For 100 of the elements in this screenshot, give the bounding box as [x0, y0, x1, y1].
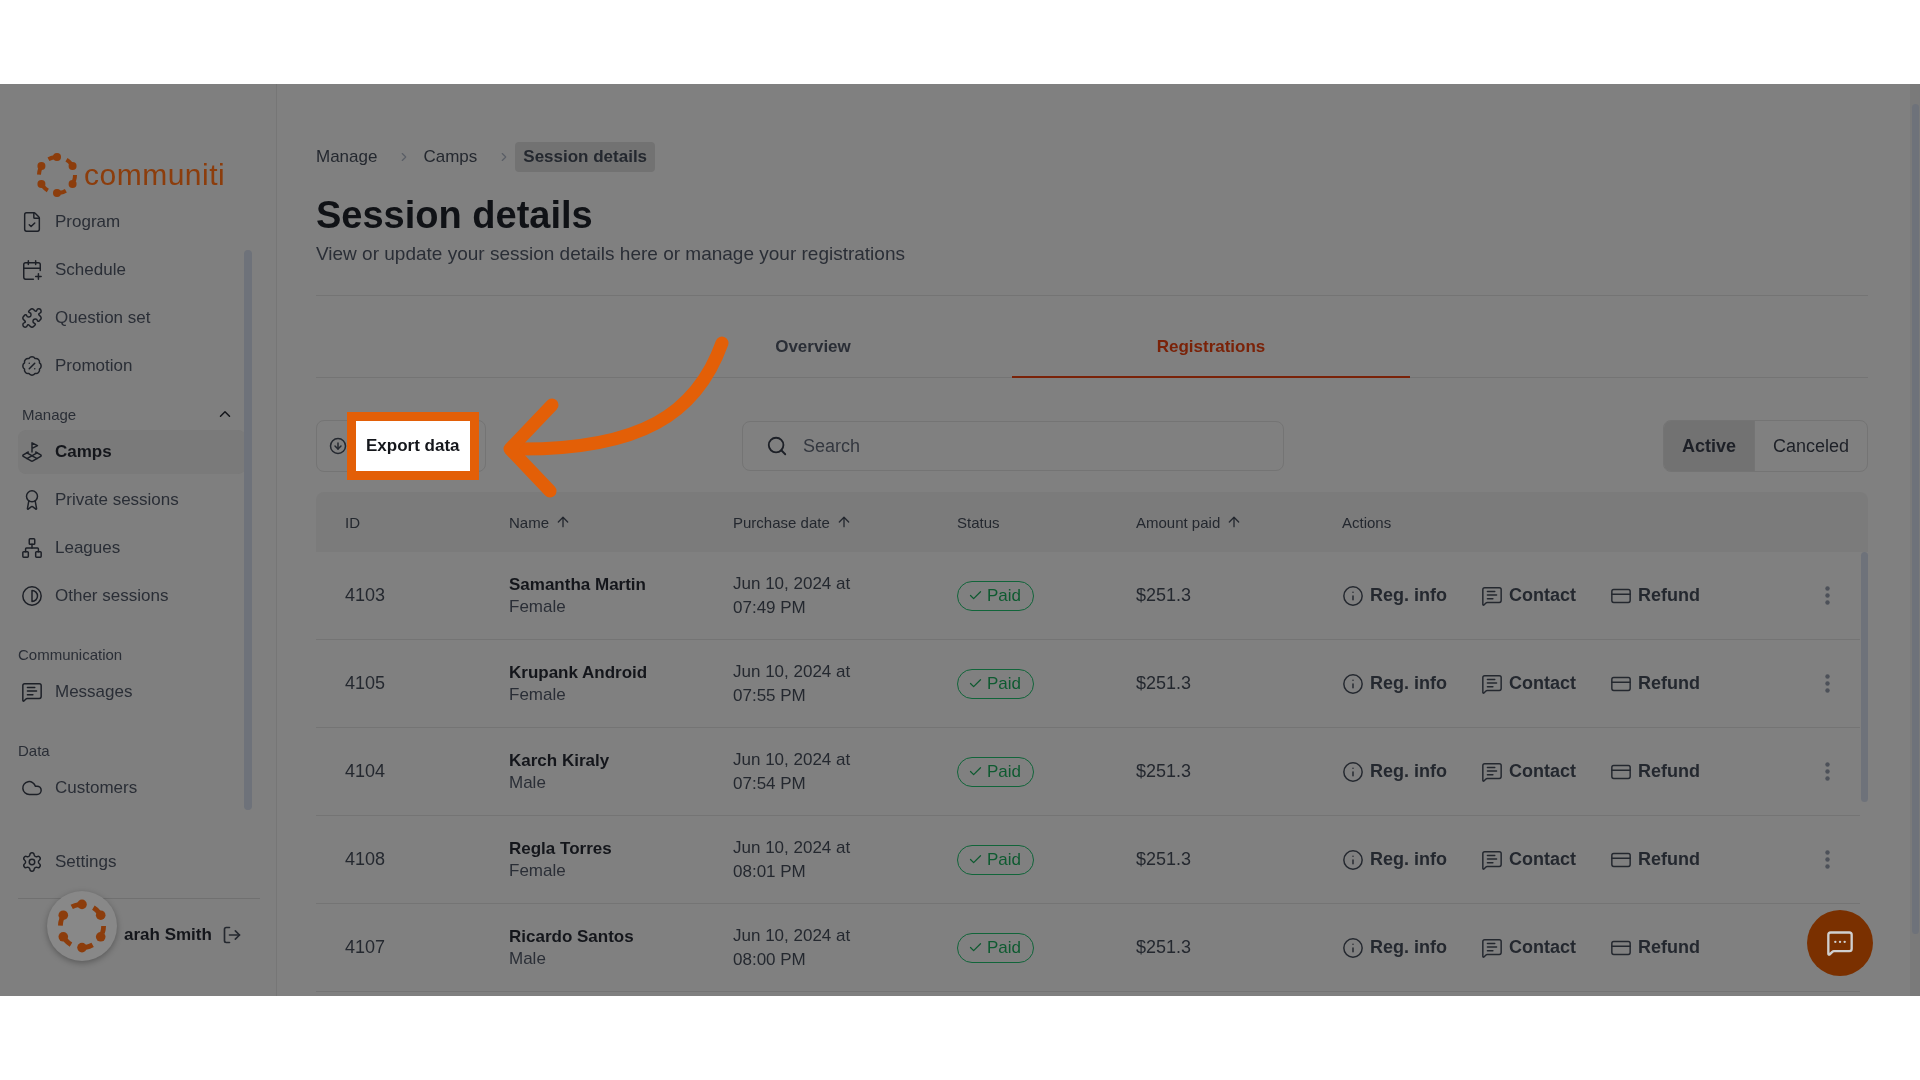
export-button[interactable]: Export data: [347, 412, 479, 480]
action-button[interactable]: Refund: [1610, 848, 1700, 871]
sidebar-item[interactable]: Private sessions: [18, 478, 246, 522]
id-cell-text: 4105: [345, 673, 387, 694]
sidebar-item[interactable]: Settings: [18, 840, 260, 884]
nav-icon: [21, 259, 43, 281]
info-icon: [1342, 760, 1364, 783]
date-cell-text: Jun 10, 2024 at 07:55 PM: [733, 660, 852, 707]
action-button[interactable]: Reg. info: [1342, 936, 1447, 959]
action-button[interactable]: Reg. info: [1342, 672, 1447, 695]
customer-name: Krupank Android: [509, 662, 649, 683]
message-icon: [1481, 848, 1503, 871]
column-header[interactable]: Name: [509, 513, 549, 531]
sidebar-item[interactable]: Schedule: [18, 248, 246, 292]
filter-button[interactable]: Active: [1663, 421, 1754, 471]
info-icon: [1342, 672, 1364, 695]
breadcrumb-link[interactable]: Manage: [308, 142, 386, 172]
chat-icon: [1826, 929, 1854, 957]
nav-icon: [21, 441, 43, 463]
tab[interactable]: Overview: [614, 318, 1012, 378]
sidebar-item[interactable]: Leagues: [18, 526, 246, 570]
more-button[interactable]: [1825, 762, 1830, 781]
action-button[interactable]: Reg. info: [1342, 584, 1447, 607]
customer-name: Regla Torres: [509, 838, 613, 859]
nav-icon: [21, 211, 43, 233]
user-name: arah Smith: [124, 924, 212, 945]
message-icon: [1481, 584, 1503, 607]
action-button[interactable]: Refund: [1610, 584, 1700, 607]
nav-icon: [21, 537, 43, 559]
nav-icon: [21, 585, 43, 607]
action-button[interactable]: Contact: [1481, 584, 1576, 607]
sidebar-item[interactable]: Customers: [18, 766, 246, 810]
amount-cell-text: $251.3: [1136, 937, 1193, 958]
sidebar-item[interactable]: Program: [18, 200, 246, 244]
sort-arrow-icon[interactable]: [555, 514, 571, 530]
more-icon: [1825, 586, 1830, 605]
gender-text: Female: [509, 596, 567, 617]
date-cell-text: Jun 10, 2024 at 08:01 PM: [733, 836, 852, 883]
amount-cell-text: $251.3: [1136, 585, 1193, 606]
customer-name: Samantha Martin: [509, 574, 647, 595]
message-icon: [1481, 672, 1503, 695]
search-field[interactable]: Search: [742, 421, 1284, 471]
action-button[interactable]: Refund: [1610, 936, 1700, 959]
info-icon: [1342, 848, 1364, 871]
action-button[interactable]: Contact: [1481, 936, 1576, 959]
nav-icon: [21, 355, 43, 377]
amount-cell-text: $251.3: [1136, 673, 1193, 694]
sidebar-item[interactable]: Camps: [18, 430, 246, 474]
info-icon: [1342, 936, 1364, 959]
date-cell-text: Jun 10, 2024 at 08:00 PM: [733, 924, 852, 971]
more-icon: [1825, 674, 1830, 693]
action-button[interactable]: Contact: [1481, 672, 1576, 695]
section-label: Manage: [21, 405, 77, 423]
sidebar-item[interactable]: Messages: [18, 670, 246, 714]
logout-icon[interactable]: [221, 924, 242, 945]
amount-cell-text: $251.3: [1136, 761, 1193, 782]
settings-icon: [21, 851, 43, 873]
customer-name: Ricardo Santos: [509, 926, 635, 947]
column-header[interactable]: Amount paid: [1136, 513, 1221, 531]
gender-text: Male: [509, 948, 547, 969]
id-cell-text: 4107: [345, 937, 387, 958]
breadcrumb-link[interactable]: Camps: [415, 142, 486, 172]
tab[interactable]: Registrations: [1012, 318, 1410, 378]
logo-text: communiti: [84, 158, 226, 192]
column-header: Status: [957, 513, 1000, 531]
id-cell-text: 4104: [345, 761, 387, 782]
more-button[interactable]: [1825, 850, 1830, 869]
amount-cell-text: $251.3: [1136, 849, 1193, 870]
gender-text: Female: [509, 684, 567, 705]
page-subtitle: View or update your session details here or manage your registrations: [316, 243, 906, 265]
action-button[interactable]: Reg. info: [1342, 848, 1447, 871]
more-icon: [1825, 850, 1830, 869]
message-icon: [1481, 760, 1503, 783]
sidebar-item[interactable]: Promotion: [18, 344, 246, 388]
nav-icon: [21, 681, 43, 703]
section-label: Communication: [18, 645, 123, 663]
customer-name: Karch Kiraly: [509, 750, 611, 771]
download-icon: [329, 437, 347, 455]
more-button[interactable]: [1825, 586, 1830, 605]
date-cell-text: Jun 10, 2024 at 07:54 PM: [733, 748, 852, 795]
gender-text: Male: [509, 772, 547, 793]
nav-icon: [21, 307, 43, 329]
id-cell-text: 4108: [345, 849, 387, 870]
action-button[interactable]: Refund: [1610, 760, 1700, 783]
column-header: Actions: [1342, 513, 1392, 531]
action-button[interactable]: Reg. info: [1342, 760, 1447, 783]
action-button[interactable]: Contact: [1481, 760, 1576, 783]
gender-text: Female: [509, 860, 567, 881]
date-cell-text: Jun 10, 2024 at 07:49 PM: [733, 572, 852, 619]
message-icon: [1481, 936, 1503, 959]
more-button[interactable]: [1825, 674, 1830, 693]
breadcrumb-link[interactable]: Session details: [515, 142, 656, 172]
page-title: Session details: [316, 194, 594, 237]
action-button[interactable]: Contact: [1481, 848, 1576, 871]
sidebar-item[interactable]: Question set: [18, 296, 246, 340]
column-header: ID: [345, 513, 360, 531]
action-button[interactable]: Refund: [1610, 672, 1700, 695]
sidebar-item[interactable]: Other sessions: [18, 574, 246, 618]
filter-button[interactable]: Canceled: [1753, 421, 1867, 471]
column-header[interactable]: Purchase date: [733, 513, 830, 531]
